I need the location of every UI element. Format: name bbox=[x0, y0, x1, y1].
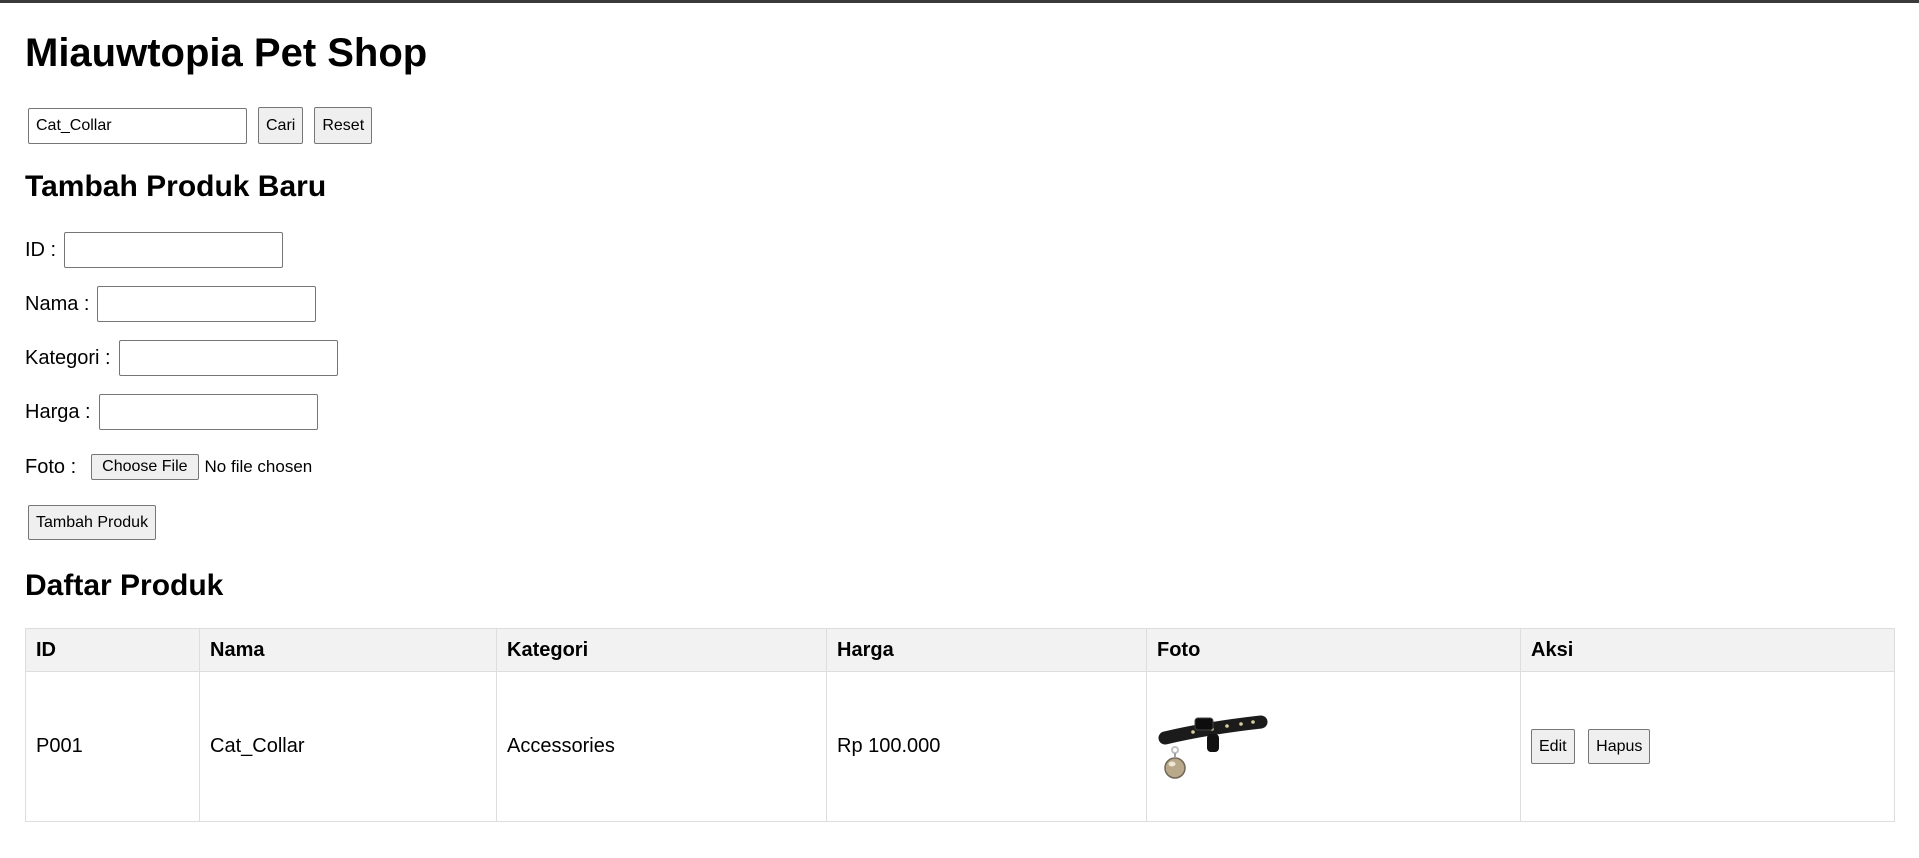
photo-field-row: Foto : Choose File No file chosen bbox=[25, 454, 312, 480]
delete-button[interactable]: Hapus bbox=[1588, 729, 1651, 764]
product-actions: Edit Hapus bbox=[1520, 671, 1895, 822]
page-title: Miauwtopia Pet Shop bbox=[25, 31, 428, 75]
column-header-id: ID bbox=[25, 628, 200, 672]
name-field[interactable] bbox=[97, 286, 317, 322]
search-input[interactable] bbox=[28, 107, 247, 144]
search-bar: Cari Reset bbox=[28, 107, 373, 144]
category-field[interactable] bbox=[118, 340, 338, 376]
category-field-row: Kategori : bbox=[25, 340, 338, 376]
name-label: Nama : bbox=[25, 292, 90, 315]
product-table: ID Nama Kategori Harga Foto Aksi P001 Ca… bbox=[25, 628, 1895, 822]
price-field-row: Harga : bbox=[25, 394, 318, 430]
column-header-category: Kategori bbox=[496, 628, 827, 672]
product-photo-cell bbox=[1146, 671, 1521, 822]
column-header-photo: Foto bbox=[1146, 628, 1521, 672]
name-field-row: Nama : bbox=[25, 286, 317, 322]
column-header-price: Harga bbox=[826, 628, 1147, 672]
price-field[interactable] bbox=[98, 394, 318, 430]
cat-collar-photo bbox=[1158, 715, 1268, 779]
product-list-heading: Daftar Produk bbox=[25, 569, 224, 602]
price-label: Harga : bbox=[25, 400, 91, 423]
add-product-heading: Tambah Produk Baru bbox=[25, 170, 327, 203]
product-category: Accessories bbox=[496, 671, 827, 822]
product-id: P001 bbox=[25, 671, 200, 822]
id-field-row: ID : bbox=[25, 232, 284, 268]
photo-label: Foto : bbox=[25, 455, 77, 478]
id-label: ID : bbox=[25, 238, 57, 261]
reset-button[interactable]: Reset bbox=[314, 107, 373, 144]
product-name: Cat_Collar bbox=[199, 671, 497, 822]
product-price: Rp 100.000 bbox=[826, 671, 1147, 822]
choose-file-button[interactable]: Choose File bbox=[91, 454, 199, 480]
page: Miauwtopia Pet Shop Cari Reset Tambah Pr… bbox=[0, 3, 1919, 858]
edit-button[interactable]: Edit bbox=[1531, 729, 1575, 764]
file-status: No file chosen bbox=[204, 457, 313, 476]
table-header-row: ID Nama Kategori Harga Foto Aksi bbox=[25, 628, 1895, 672]
column-header-actions: Aksi bbox=[1520, 628, 1895, 672]
table-row: P001 Cat_Collar Accessories Rp 100.000 E… bbox=[25, 671, 1895, 822]
id-field[interactable] bbox=[64, 232, 284, 268]
column-header-name: Nama bbox=[199, 628, 497, 672]
search-button[interactable]: Cari bbox=[258, 107, 304, 144]
category-label: Kategori : bbox=[25, 346, 111, 369]
add-product-button[interactable]: Tambah Produk bbox=[28, 505, 157, 540]
